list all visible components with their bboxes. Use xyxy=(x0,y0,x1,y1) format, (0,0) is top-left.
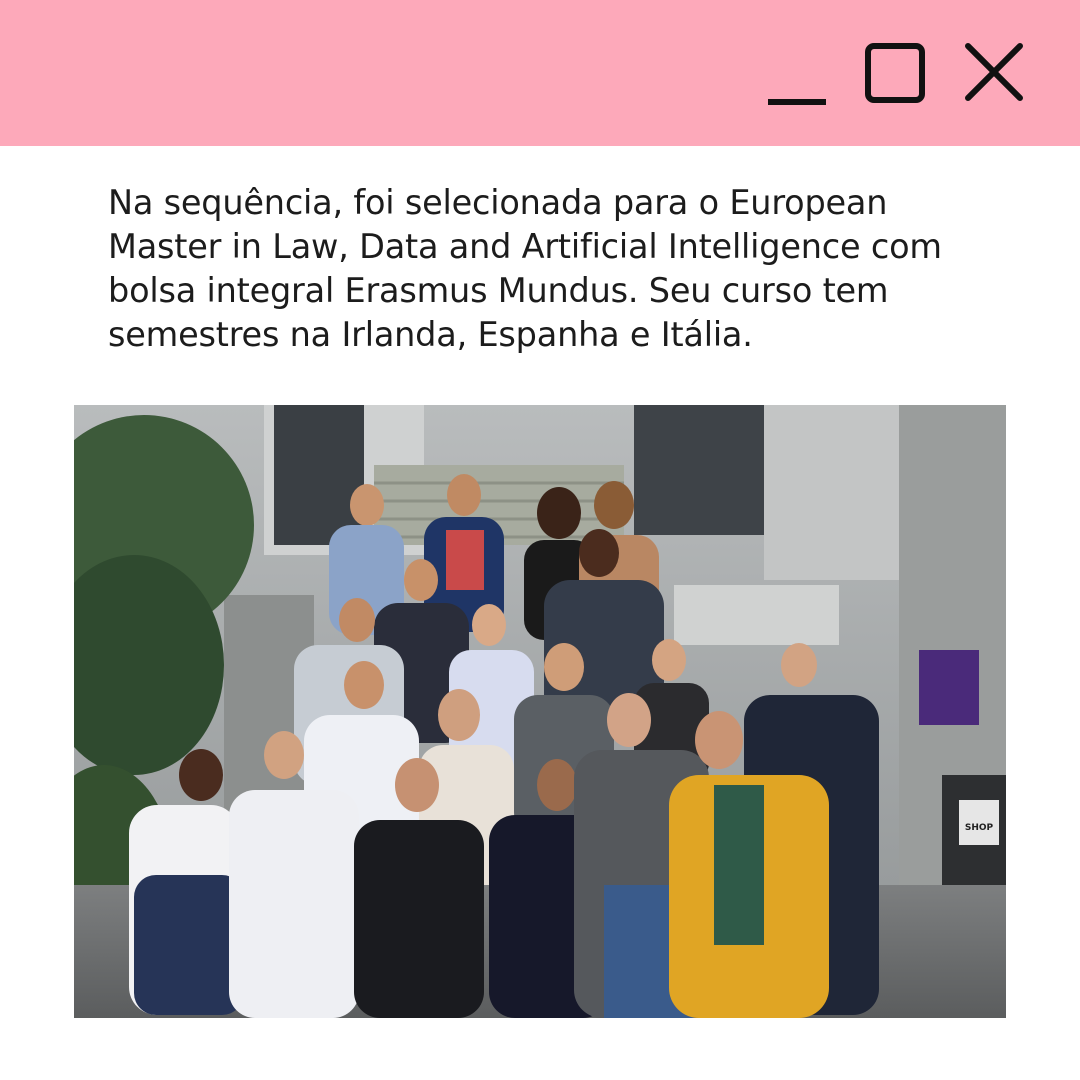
maximize-button[interactable] xyxy=(862,40,928,106)
body-paragraph: Na sequência, foi selecionada para o Eur… xyxy=(108,183,942,354)
group-photo-illustration: SHOP xyxy=(74,405,1006,1018)
close-icon xyxy=(965,43,1023,101)
minimize-button[interactable] xyxy=(764,40,830,106)
close-button[interactable] xyxy=(962,40,1028,106)
shop-sign-text: SHOP xyxy=(965,823,994,833)
minimize-icon xyxy=(768,99,826,105)
maximize-icon xyxy=(865,43,925,103)
window: Na sequência, foi selecionada para o Eur… xyxy=(0,0,1080,1080)
group-photo: SHOP xyxy=(74,405,1006,1018)
title-bar xyxy=(0,0,1080,146)
